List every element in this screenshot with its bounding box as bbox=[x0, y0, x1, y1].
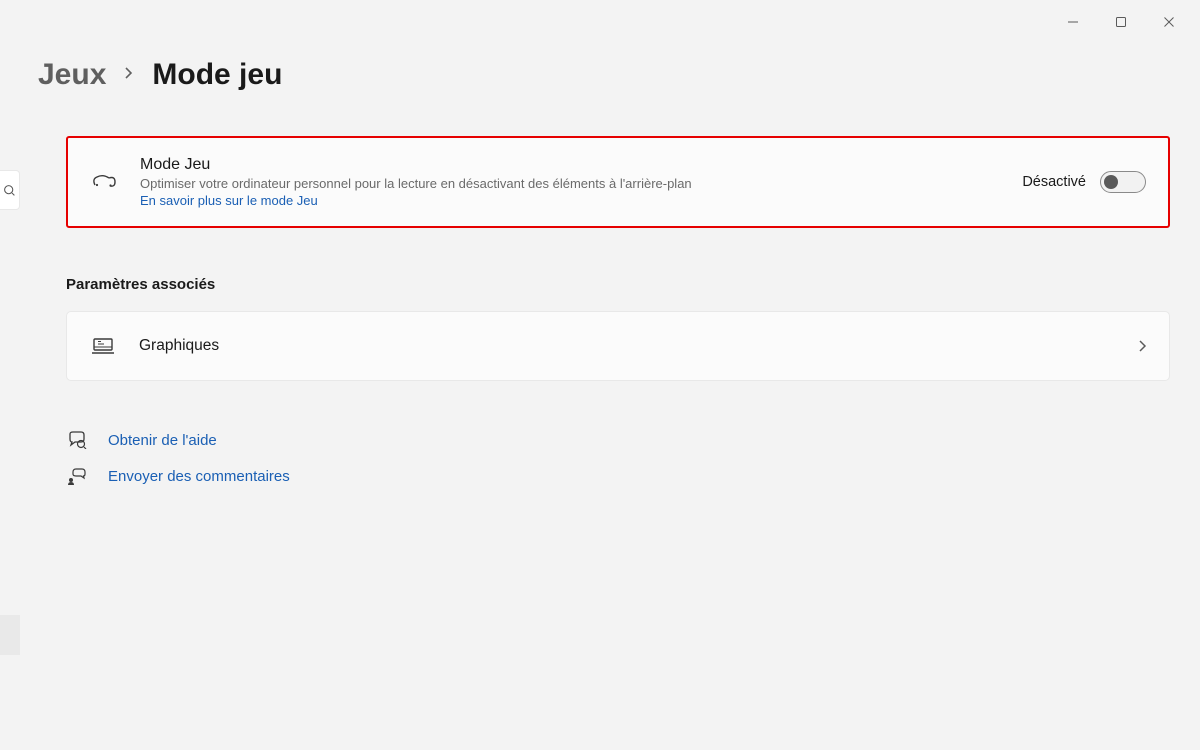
breadcrumb: Jeux Mode jeu bbox=[38, 58, 1148, 92]
help-icon bbox=[66, 431, 88, 449]
learn-more-link[interactable]: En savoir plus sur le mode Jeu bbox=[140, 193, 1000, 208]
sidebar-stub bbox=[0, 615, 20, 655]
graphics-label: Graphiques bbox=[139, 337, 1116, 355]
chevron-right-icon bbox=[124, 66, 134, 80]
toggle-state-label: Désactivé bbox=[1022, 174, 1086, 190]
game-mode-toggle-group: Désactivé bbox=[1022, 171, 1146, 193]
feedback-icon bbox=[66, 467, 88, 485]
game-mode-card: Mode Jeu Optimiser votre ordinateur pers… bbox=[66, 136, 1170, 228]
game-mode-title: Mode Jeu bbox=[140, 156, 1000, 174]
toggle-knob bbox=[1104, 175, 1118, 189]
game-mode-toggle[interactable] bbox=[1100, 171, 1146, 193]
graphics-card[interactable]: Graphiques bbox=[66, 311, 1170, 381]
feedback-link-text: Envoyer des commentaires bbox=[108, 468, 290, 485]
game-mode-body: Mode Jeu Optimiser votre ordinateur pers… bbox=[140, 156, 1000, 208]
footer-links: Obtenir de l'aide Envoyer des commentair… bbox=[66, 431, 1148, 485]
maximize-button[interactable] bbox=[1098, 6, 1144, 38]
chevron-right-icon bbox=[1138, 339, 1147, 353]
feedback-link[interactable]: Envoyer des commentaires bbox=[66, 467, 1148, 485]
graphics-icon bbox=[89, 336, 117, 356]
game-mode-description: Optimiser votre ordinateur personnel pou… bbox=[140, 176, 1000, 191]
breadcrumb-parent[interactable]: Jeux bbox=[38, 58, 106, 92]
page-title: Mode jeu bbox=[152, 58, 282, 92]
window-controls bbox=[1042, 0, 1200, 44]
help-link[interactable]: Obtenir de l'aide bbox=[66, 431, 1148, 449]
related-settings-heading: Paramètres associés bbox=[66, 276, 1148, 293]
search-button[interactable] bbox=[0, 170, 20, 210]
game-mode-icon bbox=[90, 172, 118, 192]
close-button[interactable] bbox=[1146, 6, 1192, 38]
help-link-text: Obtenir de l'aide bbox=[108, 432, 217, 449]
minimize-button[interactable] bbox=[1050, 6, 1096, 38]
